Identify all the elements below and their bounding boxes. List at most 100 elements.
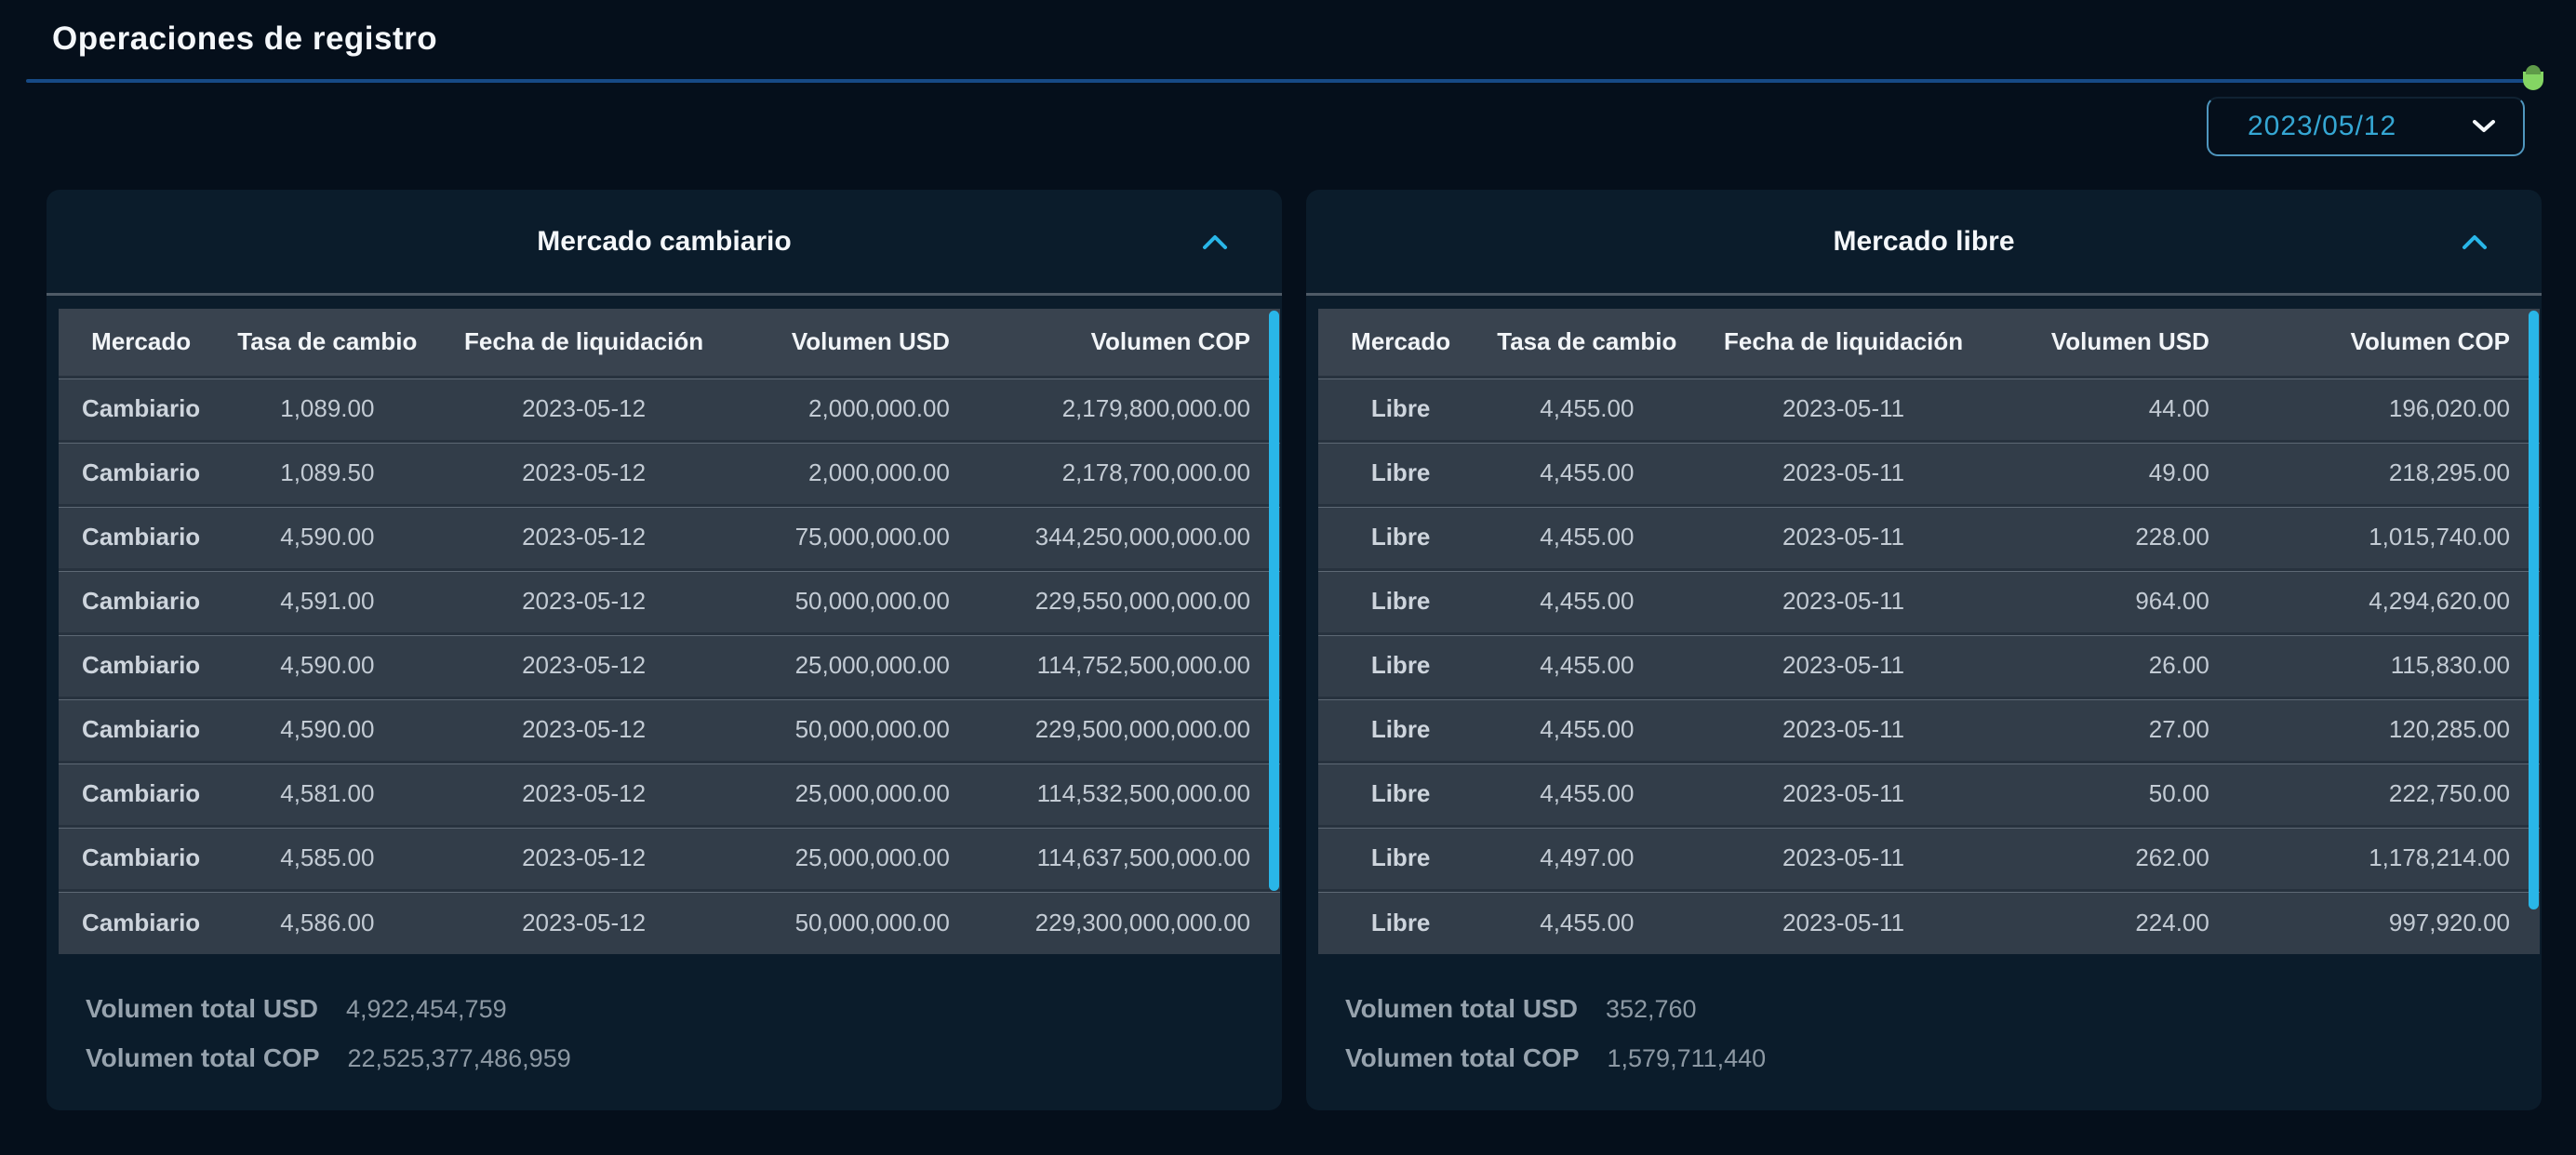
total-cop-label: Volumen total COP (1345, 1043, 1580, 1072)
table-cell: 218,295.00 (2246, 441, 2540, 505)
table-cell: 4,455.00 (1483, 569, 1691, 633)
table-cell: 1,089.50 (223, 441, 432, 505)
panel-title: Mercado libre (1833, 225, 2015, 257)
collapse-panel-button[interactable] (1196, 225, 1234, 262)
total-usd-label: Volumen total USD (1345, 994, 1578, 1023)
table-cell: 2023-05-12 (431, 441, 737, 505)
table-cell: 2023-05-11 (1690, 890, 1996, 954)
table-cell: 344,250,000,000.00 (986, 505, 1280, 569)
column-header: Mercado (59, 309, 224, 377)
table-row: Cambiario 4,590.00 2023-05-12 75,000,000.00… (59, 505, 1280, 569)
table-row: Libre 4,455.00 2023-05-11 27.00 120,285.00 (1318, 697, 2540, 762)
table-cell: 50,000,000.00 (736, 569, 987, 633)
table-cell: 1,178,214.00 (2246, 826, 2540, 890)
date-select-value: 2023/05/12 (2248, 111, 2397, 141)
column-header: Volumen COP (2246, 309, 2540, 377)
column-header: Fecha de liquidación (431, 309, 737, 377)
table-cell: 4,455.00 (1483, 633, 1691, 697)
table-cell: 4,586.00 (223, 890, 432, 954)
collapse-panel-button[interactable] (2456, 225, 2493, 262)
table-cell: 4,455.00 (1483, 441, 1691, 505)
table-cell: 1,015,740.00 (2246, 505, 2540, 569)
total-usd-label: Volumen total USD (86, 994, 318, 1023)
table-cell: 4,455.00 (1483, 697, 1691, 762)
table-cell: 2023-05-11 (1690, 697, 1996, 762)
table-cell: 75,000,000.00 (736, 505, 987, 569)
table-cell: Cambiario (59, 569, 224, 633)
table-cell: 4,591.00 (223, 569, 432, 633)
table-cell: 50,000,000.00 (736, 890, 987, 954)
table-cell: 2023-05-11 (1690, 505, 1996, 569)
table-cell: 115,830.00 (2246, 633, 2540, 697)
totals-section: Volumen total USD 4,922,454,759 Volumen … (47, 972, 1282, 1110)
table-cell: Cambiario (59, 697, 224, 762)
table-row: Cambiario 1,089.50 2023-05-12 2,000,000.00 2… (59, 441, 1280, 505)
table-cell: 2023-05-12 (431, 569, 737, 633)
total-cop-value: 1,579,711,440 (1607, 1044, 1767, 1072)
panel-header: Mercado cambiario (47, 190, 1282, 296)
table-row: Libre 4,455.00 2023-05-11 964.00 4,294,620.0… (1318, 569, 2540, 633)
vertical-scrollbar[interactable] (2529, 311, 2539, 909)
table-scroll-area: Mercado Tasa de cambio Fecha de liquidació… (59, 309, 1280, 972)
date-select[interactable]: 2023/05/12 (2207, 97, 2525, 156)
column-header-row: Mercado Tasa de cambio Fecha de liquidació… (59, 309, 1280, 377)
table-row: Libre 4,455.00 2023-05-11 224.00 997,920.00 (1318, 890, 2540, 954)
table-row: Cambiario 4,581.00 2023-05-12 25,000,000.00… (59, 762, 1280, 826)
table-cell: 224.00 (1995, 890, 2247, 954)
table-cell: 2,178,700,000.00 (986, 441, 1280, 505)
vertical-scrollbar[interactable] (1269, 311, 1279, 891)
column-header: Volumen USD (736, 309, 987, 377)
table-cell: 2023-05-12 (431, 697, 737, 762)
operations-table: Mercado Tasa de cambio Fecha de liquidació… (1318, 309, 2540, 954)
table-cell: 25,000,000.00 (736, 633, 987, 697)
table-row: Cambiario 4,590.00 2023-05-12 50,000,000.00… (59, 697, 1280, 762)
operations-table: Mercado Tasa de cambio Fecha de liquidació… (59, 309, 1280, 954)
table-cell: 1,089.00 (223, 377, 432, 441)
column-header-row: Mercado Tasa de cambio Fecha de liquidació… (1318, 309, 2540, 377)
column-header: Mercado (1318, 309, 1484, 377)
chevron-up-icon (2460, 233, 2489, 255)
table-cell: 2023-05-12 (431, 505, 737, 569)
table-cell: 2023-05-12 (431, 377, 737, 441)
table-cell: 2,000,000.00 (736, 441, 987, 505)
table-cell: 2023-05-11 (1690, 441, 1996, 505)
table-cell: 4,455.00 (1483, 377, 1691, 441)
table-cell: 4,590.00 (223, 633, 432, 697)
table-cell: 25,000,000.00 (736, 762, 987, 826)
chevron-up-icon (1200, 233, 1230, 255)
table-cell: Cambiario (59, 826, 224, 890)
column-header: Volumen USD (1995, 309, 2247, 377)
table-cell: 229,500,000,000.00 (986, 697, 1280, 762)
table-cell: Libre (1318, 569, 1484, 633)
table-cell: 4,590.00 (223, 505, 432, 569)
table-row: Cambiario 4,590.00 2023-05-12 25,000,000.00… (59, 633, 1280, 697)
table-cell: 229,550,000,000.00 (986, 569, 1280, 633)
total-cop-label: Volumen total COP (86, 1043, 320, 1072)
table-cell: 2023-05-12 (431, 633, 737, 697)
table-cell: 2,000,000.00 (736, 377, 987, 441)
table-row: Libre 4,455.00 2023-05-11 44.00 196,020.00 (1318, 377, 2540, 441)
table-cell: Libre (1318, 633, 1484, 697)
table-row: Cambiario 4,586.00 2023-05-12 50,000,000.00… (59, 890, 1280, 954)
panel-title: Mercado cambiario (537, 225, 792, 257)
table-cell: 228.00 (1995, 505, 2247, 569)
table-cell: 2023-05-11 (1690, 762, 1996, 826)
table-cell: Libre (1318, 890, 1484, 954)
green-status-indicator (2523, 65, 2543, 90)
table-cell: 27.00 (1995, 697, 2247, 762)
totals-section: Volumen total USD 352,760 Volumen total … (1306, 972, 2542, 1110)
table-cell: 222,750.00 (2246, 762, 2540, 826)
table-cell: 229,300,000,000.00 (986, 890, 1280, 954)
panel-mercado-cambiario: Mercado cambiario Mercado Tasa de cambio F… (47, 190, 1282, 1110)
panel-header: Mercado libre (1306, 190, 2542, 296)
table-cell: 114,752,500,000.00 (986, 633, 1280, 697)
table-row: Cambiario 4,591.00 2023-05-12 50,000,000.00… (59, 569, 1280, 633)
table-cell: 49.00 (1995, 441, 2247, 505)
table-row: Libre 4,455.00 2023-05-11 49.00 218,295.00 (1318, 441, 2540, 505)
column-header: Tasa de cambio (1483, 309, 1691, 377)
table-cell: 44.00 (1995, 377, 2247, 441)
table-cell: 2023-05-11 (1690, 377, 1996, 441)
table-cell: 50,000,000.00 (736, 697, 987, 762)
table-cell: 114,637,500,000.00 (986, 826, 1280, 890)
total-cop-value: 22,525,377,486,959 (347, 1044, 571, 1072)
